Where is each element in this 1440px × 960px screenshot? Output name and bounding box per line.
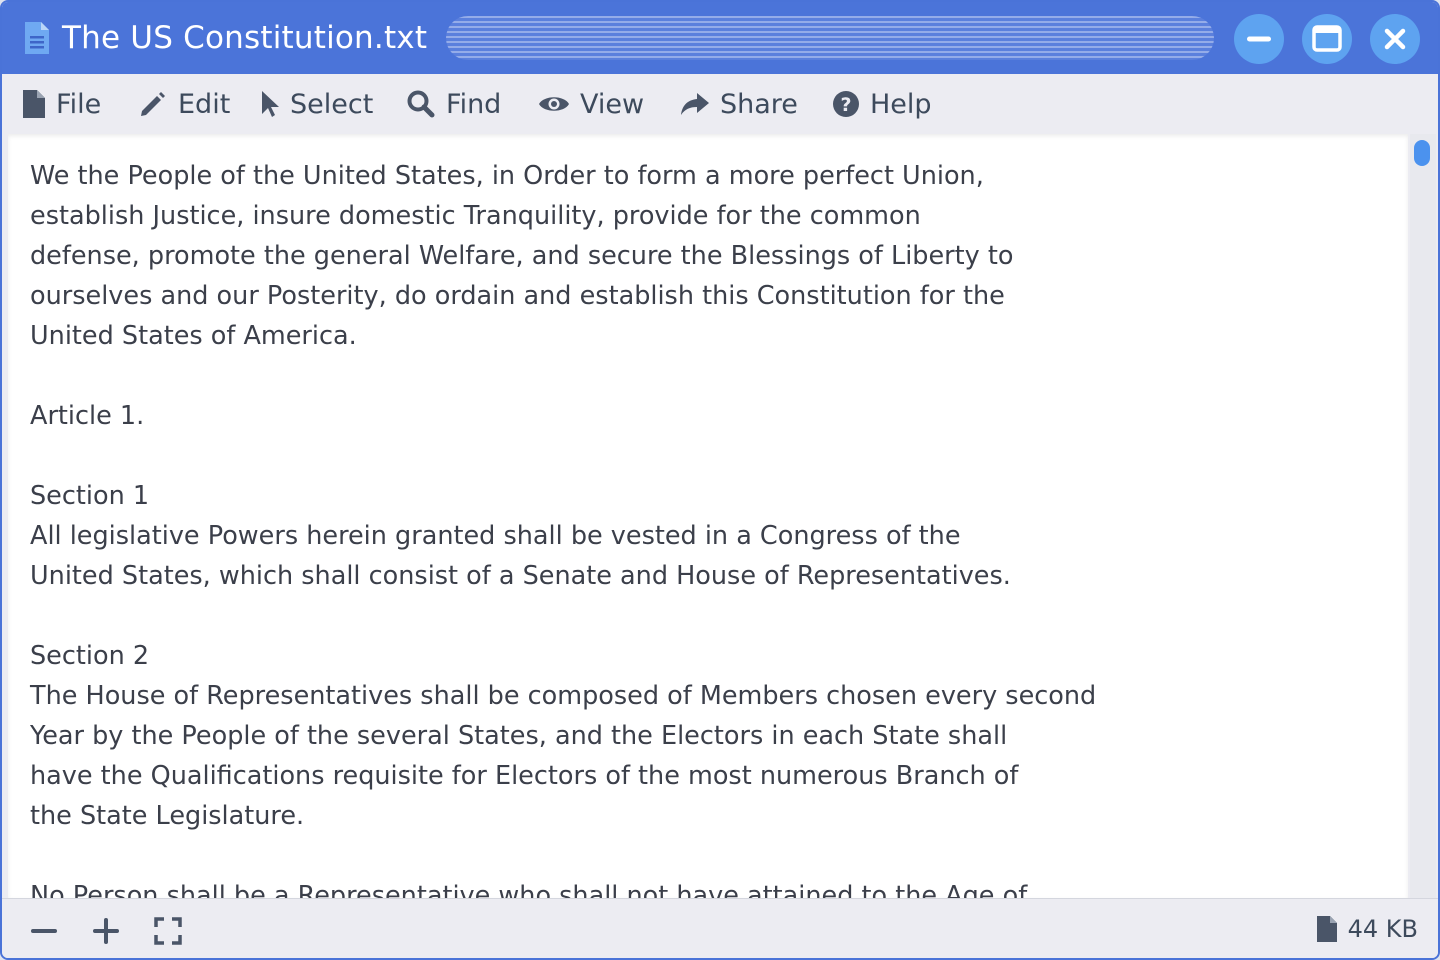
file-icon	[1316, 916, 1337, 942]
menu-view[interactable]: View	[538, 84, 644, 124]
title-drag-handle[interactable]	[446, 16, 1214, 60]
help-icon: ?	[833, 91, 859, 117]
svg-text:?: ?	[840, 94, 851, 116]
menu-share[interactable]: Share	[680, 84, 798, 124]
text-editor[interactable]: We the People of the United States, in O…	[8, 134, 1408, 898]
minus-icon	[31, 929, 57, 933]
maximize-icon	[1312, 25, 1342, 52]
minimize-icon	[1247, 36, 1271, 42]
file-icon	[23, 90, 45, 118]
menu-edit[interactable]: Edit	[138, 84, 230, 124]
document-text[interactable]: We the People of the United States, in O…	[30, 156, 1096, 898]
menu-select[interactable]: Select	[260, 84, 373, 124]
menu-bar: File Edit Select Find View Share ? Help	[2, 74, 1438, 134]
minimize-button[interactable]	[1234, 14, 1284, 64]
share-icon	[681, 93, 709, 115]
search-icon	[407, 90, 435, 118]
window-title: The US Constitution.txt	[62, 20, 428, 56]
menu-help[interactable]: ? Help	[832, 84, 932, 124]
zoom-in-button[interactable]	[90, 915, 122, 947]
title-bar[interactable]: The US Constitution.txt	[2, 2, 1438, 74]
menu-edit-label: Edit	[178, 88, 231, 120]
close-icon	[1384, 28, 1406, 50]
eye-icon	[539, 97, 569, 111]
menu-select-label: Select	[290, 88, 374, 120]
fullscreen-icon	[154, 917, 182, 945]
menu-find[interactable]: Find	[406, 84, 501, 124]
vertical-scrollbar[interactable]	[1410, 134, 1436, 898]
maximize-button[interactable]	[1302, 14, 1352, 64]
cursor-icon	[262, 91, 279, 117]
menu-file[interactable]: File	[22, 84, 101, 124]
status-bar: 44 KB	[2, 898, 1438, 958]
menu-help-label: Help	[870, 88, 932, 120]
zoom-out-button[interactable]	[28, 915, 60, 947]
scrollbar-thumb[interactable]	[1414, 140, 1430, 166]
menu-view-label: View	[580, 88, 645, 120]
fullscreen-button[interactable]	[152, 915, 184, 947]
app-window: The US Constitution.txt File Edit Select…	[0, 0, 1440, 960]
file-size-indicator: 44 KB	[1316, 913, 1418, 945]
menu-file-label: File	[56, 88, 102, 120]
close-button[interactable]	[1370, 14, 1420, 64]
plus-icon	[93, 918, 119, 944]
file-size-label: 44 KB	[1347, 915, 1418, 943]
menu-share-label: Share	[720, 88, 798, 120]
pencil-icon	[141, 92, 165, 116]
menu-find-label: Find	[446, 88, 502, 120]
document-icon	[22, 20, 52, 56]
